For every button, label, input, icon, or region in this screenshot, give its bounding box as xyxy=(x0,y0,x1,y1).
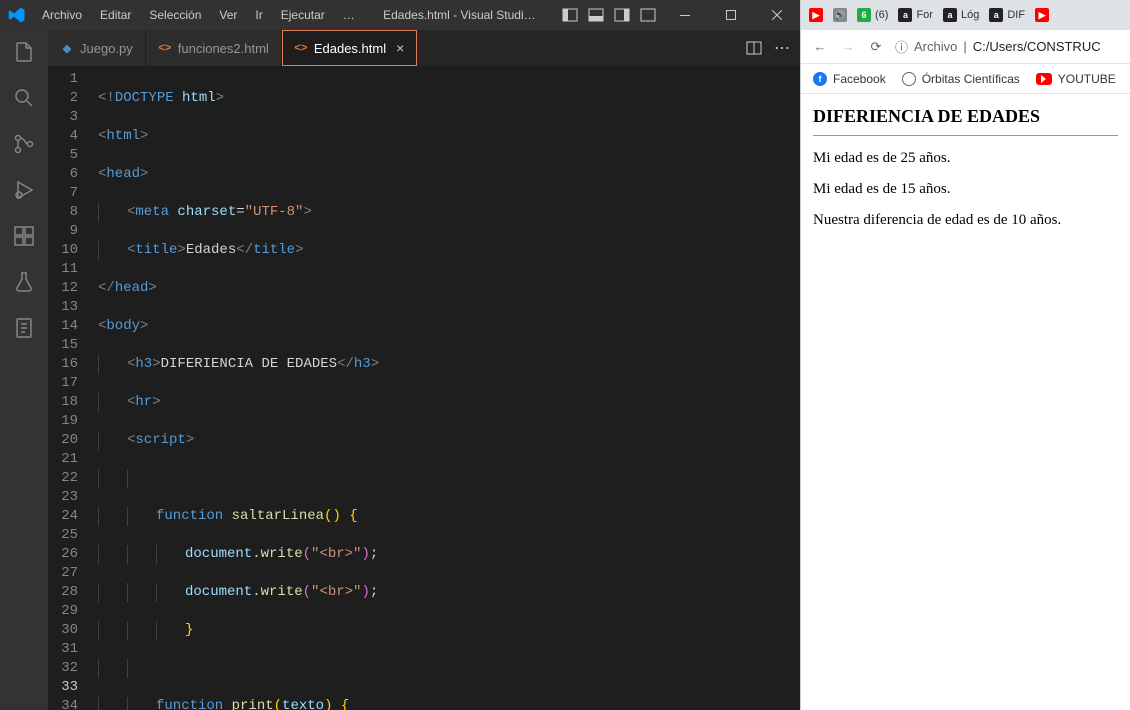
youtube-icon: ▶ xyxy=(809,8,823,22)
layout-panel-left-icon[interactable] xyxy=(562,7,578,23)
minimap[interactable] xyxy=(780,66,800,710)
vscode-logo-icon xyxy=(8,6,26,24)
source-control-icon[interactable] xyxy=(10,130,38,158)
output-line: Mi edad es de 25 años. xyxy=(813,150,1118,167)
bookmarks-bar: fFacebook Órbitas Científicas YOUTUBE xyxy=(801,64,1130,94)
output-line: Mi edad es de 15 años. xyxy=(813,181,1118,198)
facebook-icon: f xyxy=(813,72,827,86)
python-file-icon: ◆ xyxy=(60,41,74,55)
run-debug-icon[interactable] xyxy=(10,176,38,204)
page-heading: DIFERIENCIA DE EDADES xyxy=(813,106,1118,127)
tab-label: funciones2.html xyxy=(178,41,269,56)
menu-more[interactable]: … xyxy=(335,4,363,26)
browser-tab[interactable]: ▶ xyxy=(807,8,825,22)
tab-label: Edades.html xyxy=(314,41,386,56)
menu-archivo[interactable]: Archivo xyxy=(34,4,90,26)
browser-tab[interactable]: aLóg xyxy=(941,8,981,22)
tab-label: Juego.py xyxy=(80,41,133,56)
output-line: Nuestra diferencia de edad es de 10 años… xyxy=(813,212,1118,229)
tab-funciones2-html[interactable]: <> funciones2.html xyxy=(146,30,282,66)
back-icon[interactable]: ← xyxy=(811,39,829,54)
browser-tab[interactable]: ▶ xyxy=(1033,8,1051,22)
page-content: DIFERIENCIA DE EDADES Mi edad es de 25 a… xyxy=(801,94,1130,710)
bookmark-orbitas[interactable]: Órbitas Científicas xyxy=(902,72,1020,86)
site-icon: a xyxy=(989,8,1003,22)
activity-bar xyxy=(0,30,48,710)
split-editor-icon[interactable] xyxy=(746,40,762,56)
url-path: C:/Users/CONSTRUC xyxy=(973,39,1101,54)
menu-ver[interactable]: Ver xyxy=(211,4,245,26)
code-editor[interactable]: 1234567891011121314151617181920212223242… xyxy=(48,66,800,710)
layout-panel-right-icon[interactable] xyxy=(614,7,630,23)
editor-tabs: ◆ Juego.py <> funciones2.html <> Edades.… xyxy=(48,30,800,66)
url-scheme: Archivo xyxy=(914,39,957,54)
menu-editar[interactable]: Editar xyxy=(92,4,139,26)
address-bar[interactable]: ⓘ Archivo | C:/Users/CONSTRUC xyxy=(895,37,1120,56)
references-icon[interactable] xyxy=(10,314,38,342)
more-actions-icon[interactable]: ⋯ xyxy=(774,38,790,58)
html-file-icon: <> xyxy=(158,41,172,55)
code-content[interactable]: <!DOCTYPE html> <html> <head> <meta char… xyxy=(96,66,780,710)
titlebar: Archivo Editar Selección Ver Ir Ejecutar… xyxy=(0,0,800,30)
bookmark-facebook[interactable]: fFacebook xyxy=(813,72,886,86)
site-icon: a xyxy=(898,8,912,22)
window-maximize-button[interactable] xyxy=(708,0,754,30)
testing-icon[interactable] xyxy=(10,268,38,296)
divider xyxy=(813,135,1118,136)
browser-tab[interactable]: 6(6) xyxy=(855,8,890,22)
window-close-button[interactable] xyxy=(754,0,800,30)
browser-window: ▶ 🔊 6(6) aFor aLóg aDIF ▶ ← → ⟳ ⓘ Archiv… xyxy=(800,0,1130,710)
menu-ir[interactable]: Ir xyxy=(247,4,270,26)
globe-icon xyxy=(902,72,916,86)
html-file-icon: <> xyxy=(294,41,308,55)
extensions-icon[interactable] xyxy=(10,222,38,250)
green-badge-icon: 6 xyxy=(857,8,871,22)
bookmark-youtube[interactable]: YOUTUBE xyxy=(1036,72,1116,86)
layout-customize-icon[interactable] xyxy=(640,7,656,23)
site-icon: a xyxy=(943,8,957,22)
menu-seleccion[interactable]: Selección xyxy=(141,4,209,26)
speaker-icon: 🔊 xyxy=(833,8,847,22)
browser-tab[interactable]: aFor xyxy=(896,8,935,22)
tab-close-icon[interactable]: × xyxy=(396,40,404,56)
youtube-icon: ▶ xyxy=(1035,8,1049,22)
line-number-gutter: 1234567891011121314151617181920212223242… xyxy=(48,66,96,710)
info-icon: ⓘ xyxy=(895,37,908,56)
window-minimize-button[interactable] xyxy=(662,0,708,30)
tab-juego-py[interactable]: ◆ Juego.py xyxy=(48,30,146,66)
layout-panel-bottom-icon[interactable] xyxy=(588,7,604,23)
forward-icon[interactable]: → xyxy=(839,39,857,54)
tab-edades-html[interactable]: <> Edades.html × xyxy=(282,30,417,66)
browser-tabstrip: ▶ 🔊 6(6) aFor aLóg aDIF ▶ xyxy=(801,0,1130,30)
menu-ejecutar[interactable]: Ejecutar xyxy=(273,4,333,26)
browser-tab[interactable]: 🔊 xyxy=(831,8,849,22)
browser-toolbar: ← → ⟳ ⓘ Archivo | C:/Users/CONSTRUC xyxy=(801,30,1130,64)
window-title: Edades.html - Visual Studi… xyxy=(363,8,556,22)
reload-icon[interactable]: ⟳ xyxy=(867,39,885,55)
browser-tab[interactable]: aDIF xyxy=(987,8,1027,22)
search-icon[interactable] xyxy=(10,84,38,112)
explorer-icon[interactable] xyxy=(10,38,38,66)
youtube-icon xyxy=(1036,73,1052,85)
